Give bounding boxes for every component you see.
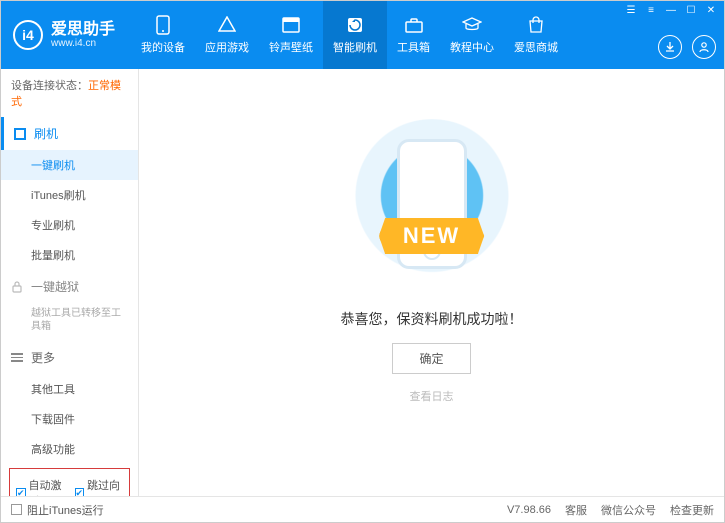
checkbox-label: 阻止iTunes运行	[27, 502, 104, 518]
checkbox-icon: ✔	[75, 488, 85, 497]
nav-label: 铃声壁纸	[269, 39, 313, 55]
topbar: i4 爱思助手 www.i4.cn 我的设备 应用游戏 铃声壁纸 智能刷机	[1, 1, 724, 69]
app-url: www.i4.cn	[51, 38, 115, 49]
sidebar-item-batch[interactable]: 批量刷机	[1, 240, 138, 270]
minimize-icon[interactable]: —	[664, 3, 678, 17]
ok-button[interactable]: 确定	[392, 343, 470, 374]
footer: 阻止iTunes运行 V7.98.66 客服 微信公众号 检查更新	[1, 496, 724, 522]
flash-sublist: 一键刷机 iTunes刷机 专业刷机 批量刷机	[1, 150, 138, 270]
update-link[interactable]: 检查更新	[670, 502, 714, 518]
lock-icon	[11, 281, 23, 293]
body: 设备连接状态：正常模式 刷机 一键刷机 iTunes刷机 专业刷机 批量刷机 一…	[1, 69, 724, 496]
toolbox-icon	[404, 15, 424, 35]
checkbox-skip-guide[interactable]: ✔ 跳过向导	[75, 477, 124, 496]
nav-label: 教程中心	[450, 39, 494, 55]
close-icon[interactable]: ✕	[704, 3, 718, 17]
wechat-link[interactable]: 微信公众号	[601, 502, 656, 518]
wallpaper-icon	[281, 15, 301, 35]
sidebar-group-jailbreak[interactable]: 一键越狱	[1, 270, 138, 303]
sidebar-item-pro[interactable]: 专业刷机	[1, 210, 138, 240]
nav-label: 爱思商城	[514, 39, 558, 55]
checkbox-label: 自动激活	[29, 477, 65, 496]
checkbox-label: 跳过向导	[87, 477, 123, 496]
flash-icon	[345, 15, 365, 35]
nav-tutorials[interactable]: 教程中心	[440, 1, 504, 69]
connection-status: 设备连接状态：正常模式	[1, 69, 138, 117]
nav-toolbox[interactable]: 工具箱	[387, 1, 440, 69]
success-message: 恭喜您，保资料刷机成功啦！	[341, 309, 523, 329]
checkbox-highlight: ✔ 自动激活 ✔ 跳过向导	[9, 468, 130, 496]
nav-apps-games[interactable]: 应用游戏	[195, 1, 259, 69]
nav-store[interactable]: 爱思商城	[504, 1, 568, 69]
checkbox-icon: ✔	[16, 488, 26, 497]
user-icon[interactable]	[692, 35, 716, 59]
logo-area: i4 爱思助手 www.i4.cn	[1, 1, 127, 69]
nav-label: 智能刷机	[333, 39, 377, 55]
nav-my-device[interactable]: 我的设备	[131, 1, 195, 69]
logo-icon: i4	[13, 20, 43, 50]
nav-flash[interactable]: 智能刷机	[323, 1, 387, 69]
sidebar-group-more[interactable]: 更多	[1, 341, 138, 374]
more-sublist: 其他工具 下载固件 高级功能	[1, 374, 138, 464]
checkbox-auto-activate[interactable]: ✔ 自动激活	[16, 477, 65, 496]
maximize-icon[interactable]: ☐	[684, 3, 698, 17]
sidebar-item-other-tools[interactable]: 其他工具	[1, 374, 138, 404]
right-controls	[658, 35, 716, 59]
list-icon[interactable]: ≡	[644, 3, 658, 17]
sidebar-item-download-fw[interactable]: 下载固件	[1, 404, 138, 434]
success-illustration: NEW	[347, 119, 517, 289]
hamburger-icon	[11, 351, 23, 364]
nav-ringtones[interactable]: 铃声壁纸	[259, 1, 323, 69]
sidebar-tab-flash[interactable]: 刷机	[1, 117, 138, 150]
tab-title: 刷机	[34, 125, 58, 142]
main-content: NEW 恭喜您，保资料刷机成功啦！ 确定 查看日志	[139, 69, 724, 496]
jailbreak-title: 一键越狱	[31, 278, 79, 295]
footer-right: V7.98.66 客服 微信公众号 检查更新	[507, 502, 714, 518]
app-window: i4 爱思助手 www.i4.cn 我的设备 应用游戏 铃声壁纸 智能刷机	[0, 0, 725, 523]
sidebar: 设备连接状态：正常模式 刷机 一键刷机 iTunes刷机 专业刷机 批量刷机 一…	[1, 69, 139, 496]
new-banner: NEW	[379, 218, 484, 254]
nav-label: 我的设备	[141, 39, 185, 55]
version-label: V7.98.66	[507, 504, 551, 516]
square-icon	[14, 128, 26, 140]
store-icon	[526, 15, 546, 35]
apps-icon	[217, 15, 237, 35]
support-link[interactable]: 客服	[565, 502, 587, 518]
checkbox-block-itunes[interactable]: 阻止iTunes运行	[11, 502, 104, 518]
menu-icon[interactable]: ☰	[624, 3, 638, 17]
sidebar-item-oneclick[interactable]: 一键刷机	[1, 150, 138, 180]
window-controls: ☰ ≡ — ☐ ✕	[618, 1, 724, 19]
download-icon[interactable]	[658, 35, 682, 59]
footer-left: 阻止iTunes运行	[11, 502, 507, 518]
jailbreak-note: 越狱工具已转移至工具箱	[1, 303, 138, 341]
tutorial-icon	[462, 15, 482, 35]
view-log-link[interactable]: 查看日志	[410, 388, 454, 404]
status-label: 设备连接状态：	[11, 80, 88, 92]
app-title: 爱思助手	[51, 21, 115, 39]
sidebar-item-advanced[interactable]: 高级功能	[1, 434, 138, 464]
nav-label: 工具箱	[397, 39, 430, 55]
phone-icon	[153, 15, 173, 35]
sidebar-item-itunes[interactable]: iTunes刷机	[1, 180, 138, 210]
nav-label: 应用游戏	[205, 39, 249, 55]
more-title: 更多	[31, 349, 55, 366]
checkbox-icon	[11, 504, 22, 515]
